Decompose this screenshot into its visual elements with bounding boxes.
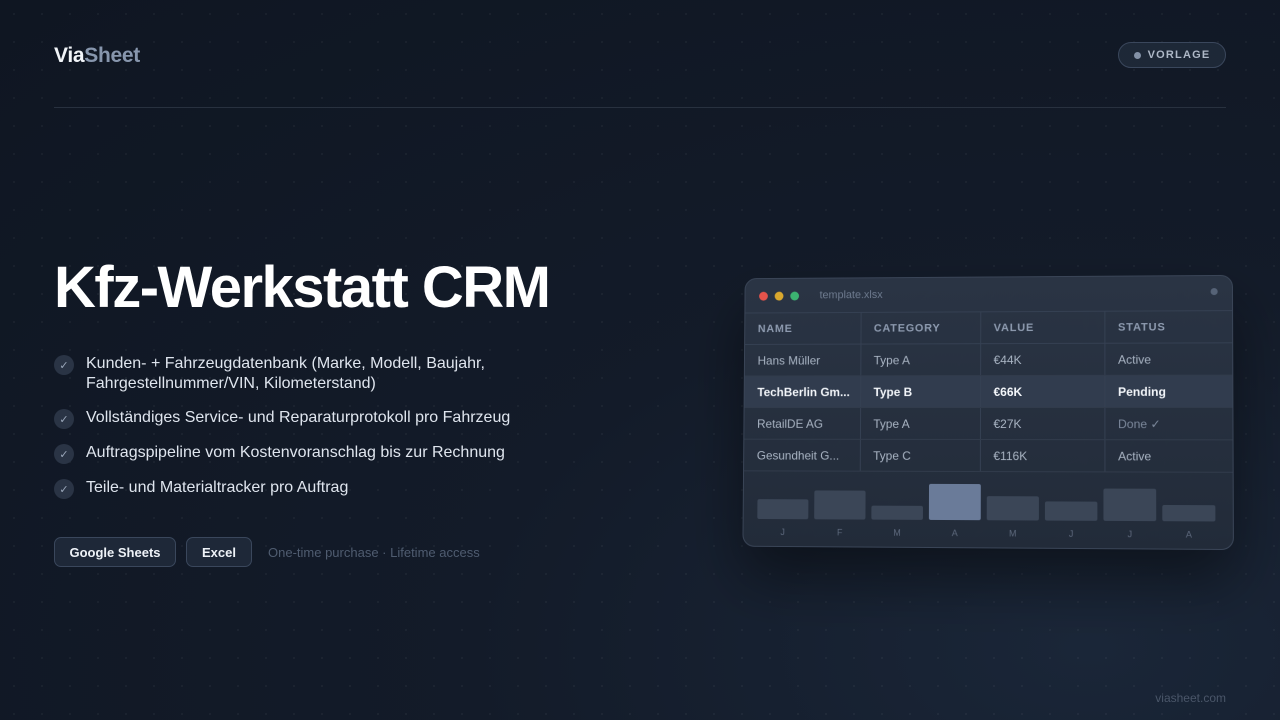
table-header-row: NAME CATEGORY VALUE STATUS bbox=[745, 310, 1233, 345]
chart-month-label: F bbox=[836, 527, 843, 538]
template-badge: VORLAGE bbox=[1118, 42, 1226, 68]
chart-bar bbox=[986, 496, 1039, 521]
chart-month-label: M bbox=[893, 527, 901, 538]
feature-text: Vollständiges Service- und Reparaturprot… bbox=[86, 409, 511, 426]
cell-value: €66K bbox=[980, 375, 1105, 408]
chart-month-label: J bbox=[1127, 529, 1133, 540]
cell-status: Active bbox=[1104, 439, 1233, 473]
table-row: Gesundheit G... Type C €116K Active bbox=[744, 439, 1233, 473]
feature-item: ✓ Vollständiges Service- und Reparaturpr… bbox=[54, 408, 614, 429]
cell-value: €116K bbox=[979, 439, 1105, 472]
header-divider bbox=[54, 107, 1226, 108]
table-row: Hans Müller Type A €44K Active bbox=[744, 342, 1233, 376]
brand-logo-secondary: Sheet bbox=[84, 44, 140, 67]
check-icon: ✓ bbox=[54, 479, 74, 499]
window-titlebar: template.xlsx bbox=[745, 276, 1232, 313]
purchase-note: One-time purchase · Lifetime access bbox=[268, 545, 480, 560]
cell-name: Gesundheit G... bbox=[744, 439, 860, 472]
check-icon: ✓ bbox=[54, 409, 74, 429]
column-header-status: STATUS bbox=[1104, 310, 1233, 344]
badge-dot-icon bbox=[1133, 51, 1141, 59]
chart-month-label: M bbox=[1008, 528, 1017, 539]
cell-status: Pending bbox=[1104, 375, 1233, 408]
chart-bar bbox=[757, 499, 809, 520]
column-header-category: CATEGORY bbox=[860, 311, 981, 345]
feature-item: ✓ Teile- und Materialtracker pro Auftrag bbox=[54, 478, 614, 499]
google-sheets-button[interactable]: Google Sheets bbox=[54, 537, 176, 567]
chart-bar bbox=[1044, 501, 1098, 521]
table-row-highlighted: TechBerlin Gm... Type B €66K Pending bbox=[744, 375, 1233, 408]
check-icon: ✓ bbox=[54, 444, 74, 464]
feature-text: Teile- und Materialtracker pro Auftrag bbox=[86, 479, 349, 496]
cell-status: Active bbox=[1104, 342, 1233, 376]
feature-text: Auftragspipeline vom Kostenvoranschlag b… bbox=[86, 444, 505, 461]
cell-category: Type A bbox=[860, 343, 981, 376]
cell-category: Type A bbox=[859, 407, 981, 440]
footer-url: viasheet.com bbox=[1155, 691, 1226, 705]
check-icon: ✓ bbox=[54, 355, 74, 375]
cell-name: TechBerlin Gm... bbox=[744, 375, 861, 408]
window-status-icon bbox=[1210, 288, 1218, 296]
window-maximize-icon bbox=[790, 291, 800, 300]
cell-value: €44K bbox=[980, 343, 1105, 376]
file-name: template.xlsx bbox=[819, 289, 883, 302]
chart-month-label: J bbox=[1068, 528, 1074, 539]
feature-text: Kunden- + Fahrzeugdatenbank (Marke, Mode… bbox=[86, 355, 485, 392]
cell-category: Type B bbox=[860, 375, 981, 408]
badge-label: VORLAGE bbox=[1147, 49, 1211, 61]
chart-bar bbox=[928, 483, 981, 521]
brand-logo[interactable]: ViaSheet bbox=[54, 44, 140, 68]
feature-list: ✓ Kunden- + Fahrzeugdatenbank (Marke, Mo… bbox=[54, 354, 614, 513]
chart-bar bbox=[814, 490, 866, 520]
column-header-value: VALUE bbox=[980, 311, 1105, 344]
chart-bar bbox=[1162, 504, 1216, 522]
brand-logo-primary: Via bbox=[54, 44, 85, 67]
cell-name: Hans Müller bbox=[744, 344, 861, 376]
excel-button[interactable]: Excel bbox=[186, 537, 252, 567]
chart-month-label: A bbox=[1185, 529, 1192, 540]
feature-item: ✓ Kunden- + Fahrzeugdatenbank (Marke, Mo… bbox=[54, 354, 614, 394]
page-title: Kfz-Werkstatt CRM bbox=[54, 255, 551, 320]
feature-item: ✓ Auftragspipeline vom Kostenvoranschlag… bbox=[54, 443, 614, 464]
window-close-icon bbox=[759, 291, 768, 301]
cell-status: Done ✓ bbox=[1104, 407, 1233, 440]
window-minimize-icon bbox=[774, 291, 784, 301]
cell-category: Type C bbox=[859, 439, 980, 472]
cell-value: €27K bbox=[979, 407, 1105, 440]
table-row: RetailDE AG Type A €27K Done ✓ bbox=[744, 407, 1233, 440]
spreadsheet-preview: template.xlsx NAME CATEGORY VALUE STATUS… bbox=[742, 274, 1234, 551]
chart-month-label: A bbox=[951, 528, 958, 539]
column-header-name: NAME bbox=[745, 312, 861, 345]
mini-bar-chart: JFMAMJJA bbox=[743, 471, 1232, 546]
cell-name: RetailDE AG bbox=[744, 407, 861, 440]
preview-table: NAME CATEGORY VALUE STATUS Hans Müller T… bbox=[744, 310, 1233, 473]
chart-bar bbox=[1103, 488, 1157, 522]
chart-month-label: J bbox=[780, 527, 785, 538]
chart-bar bbox=[871, 505, 923, 520]
